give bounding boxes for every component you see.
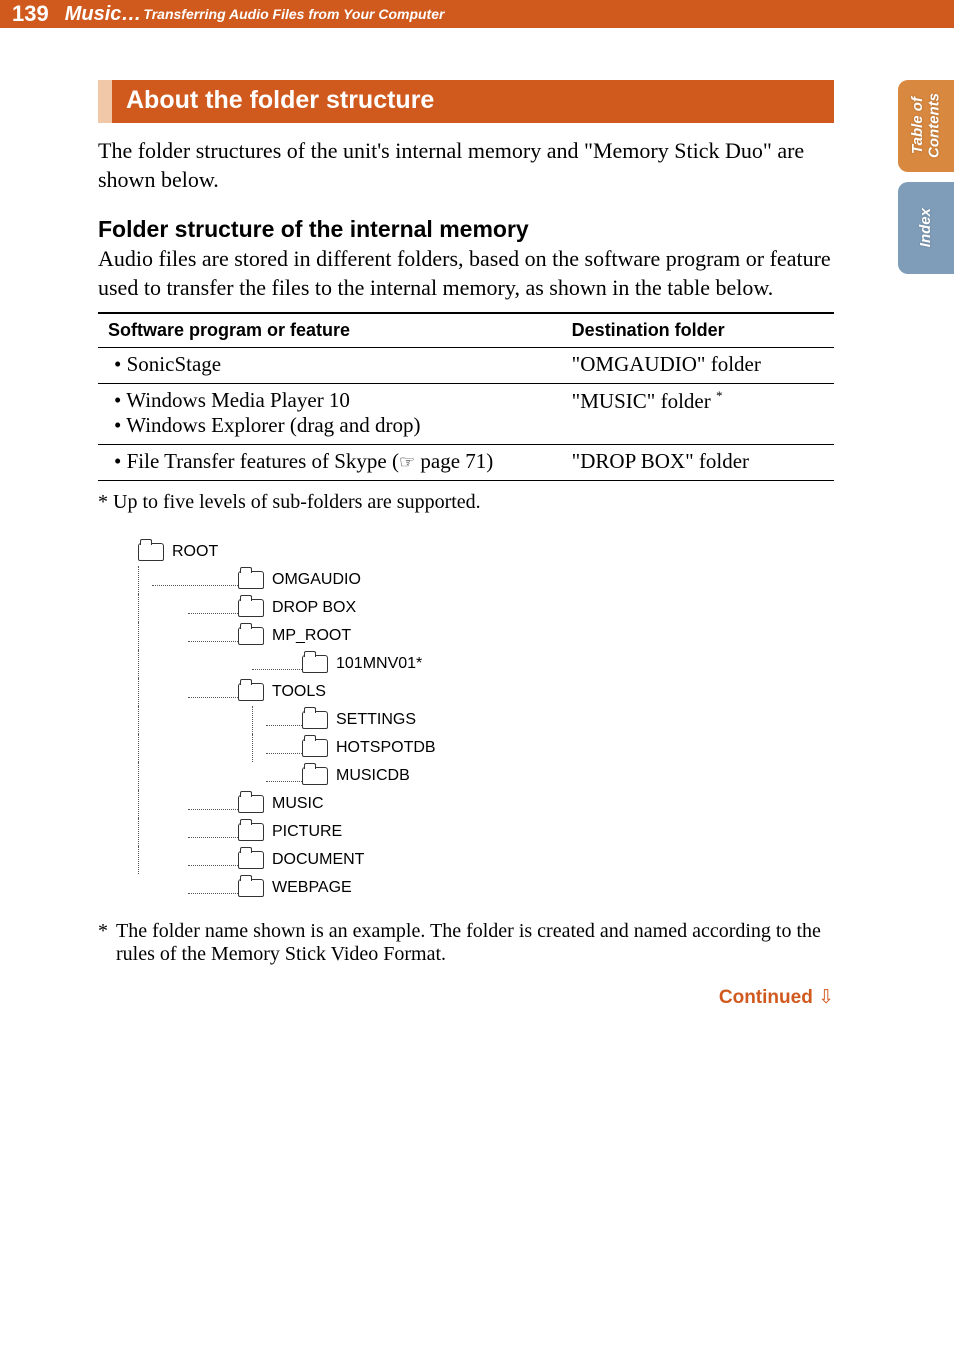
tab-toc-label: Table of Contents — [910, 80, 943, 172]
footnote-asterisk: * — [98, 920, 116, 966]
continued-label: Continued — [719, 987, 818, 1008]
folder-icon — [238, 795, 264, 813]
cross-reference-icon[interactable]: ☞ — [399, 452, 415, 472]
dest-text: "DROP BOX" folder — [572, 449, 749, 473]
section-heading: About the folder structure — [98, 80, 834, 123]
list-item: Windows Explorer (drag and drop) — [108, 413, 552, 438]
tree-node: WEBPAGE — [138, 874, 834, 902]
folder-icon — [238, 627, 264, 645]
folder-icon — [238, 599, 264, 617]
tab-index[interactable]: Index — [898, 182, 954, 274]
folder-icon — [238, 683, 264, 701]
subsection-heading: Folder structure of the internal memory — [98, 216, 834, 243]
intro-paragraph: The folder structures of the unit's inte… — [98, 137, 834, 194]
side-tabs: Table of Contents Index — [898, 80, 954, 274]
tree-node: PICTURE — [138, 818, 834, 846]
folder-icon — [238, 571, 264, 589]
folder-icon — [238, 851, 264, 869]
tree-label: OMGAUDIO — [272, 572, 361, 588]
subsection-paragraph: Audio files are stored in different fold… — [98, 245, 834, 302]
table-row: SonicStage "OMGAUDIO" folder — [98, 348, 834, 384]
folder-tree: ROOT OMGAUDIO DROP BOX MP_ROOT 101MNV01* — [138, 538, 834, 902]
tree-node: DOCUMENT — [138, 846, 834, 874]
table-header-row: Software program or feature Destination … — [98, 313, 834, 348]
table-row: Windows Media Player 10 Windows Explorer… — [98, 384, 834, 445]
dest-text: "MUSIC" folder — [572, 389, 716, 413]
dest-text: "OMGAUDIO" folder — [572, 352, 761, 376]
cell-destination: "OMGAUDIO" folder — [562, 348, 834, 384]
tree-node: MP_ROOT — [138, 622, 834, 650]
page-header: 139 Music… Transferring Audio Files from… — [0, 0, 954, 28]
folder-icon — [238, 879, 264, 897]
tree-node: HOTSPOTDB — [138, 734, 834, 762]
continued-indicator: Continued ⇩ — [98, 986, 834, 1009]
footnote-1: * Up to five levels of sub-folders are s… — [98, 491, 834, 514]
tree-label: 101MNV01* — [336, 656, 422, 672]
col-header-software: Software program or feature — [98, 313, 562, 348]
tree-node: MUSICDB — [138, 762, 834, 790]
page-number: 139 — [12, 1, 49, 27]
list-item: Windows Media Player 10 — [108, 388, 552, 413]
table-row: File Transfer features of Skype (☞ page … — [98, 445, 834, 481]
tree-node: TOOLS — [138, 678, 834, 706]
tree-label: WEBPAGE — [272, 880, 352, 896]
cell-software: SonicStage — [98, 348, 562, 384]
tab-index-label: Index — [918, 208, 935, 247]
tree-label: DROP BOX — [272, 600, 356, 616]
tree-label: MUSIC — [272, 796, 324, 812]
cell-destination: "MUSIC" folder * — [562, 384, 834, 445]
tree-node-root: ROOT — [138, 538, 834, 566]
page: 139 Music… Transferring Audio Files from… — [0, 0, 954, 1370]
col-header-destination: Destination folder — [562, 313, 834, 348]
tree-label: ROOT — [172, 544, 218, 560]
tree-label: MUSICDB — [336, 768, 410, 784]
list-item: SonicStage — [108, 352, 552, 377]
tree-label: SETTINGS — [336, 712, 416, 728]
tree-node: 101MNV01* — [138, 650, 834, 678]
xref-suffix: page 71) — [415, 449, 493, 473]
breadcrumb-sub: Transferring Audio Files from Your Compu… — [143, 6, 444, 22]
footnote-2-text: The folder name shown is an example. The… — [116, 920, 834, 966]
cell-software: File Transfer features of Skype (☞ page … — [98, 445, 562, 481]
cell-software: Windows Media Player 10 Windows Explorer… — [98, 384, 562, 445]
xref-prefix: File Transfer features of Skype ( — [127, 449, 399, 473]
list-item: File Transfer features of Skype (☞ page … — [108, 449, 552, 474]
folder-icon — [302, 767, 328, 785]
tree-label: HOTSPOTDB — [336, 740, 436, 756]
folder-icon — [302, 739, 328, 757]
tree-node: DROP BOX — [138, 594, 834, 622]
tree-node: OMGAUDIO — [138, 566, 834, 594]
tree-label: PICTURE — [272, 824, 342, 840]
content-area: About the folder structure The folder st… — [0, 28, 954, 1009]
cell-destination: "DROP BOX" folder — [562, 445, 834, 481]
tree-label: TOOLS — [272, 684, 326, 700]
folder-icon — [238, 823, 264, 841]
breadcrumb-main: Music… — [65, 3, 142, 26]
folder-icon — [302, 711, 328, 729]
folder-icon — [302, 655, 328, 673]
tree-label: MP_ROOT — [272, 628, 351, 644]
footnote-2: * The folder name shown is an example. T… — [98, 920, 834, 966]
tab-table-of-contents[interactable]: Table of Contents — [898, 80, 954, 172]
down-arrow-icon: ⇩ — [818, 987, 834, 1008]
tree-node: SETTINGS — [138, 706, 834, 734]
tree-label: DOCUMENT — [272, 852, 364, 868]
folder-icon — [138, 543, 164, 561]
tree-node: MUSIC — [138, 790, 834, 818]
folder-table: Software program or feature Destination … — [98, 312, 834, 481]
dest-sup: * — [716, 388, 723, 403]
